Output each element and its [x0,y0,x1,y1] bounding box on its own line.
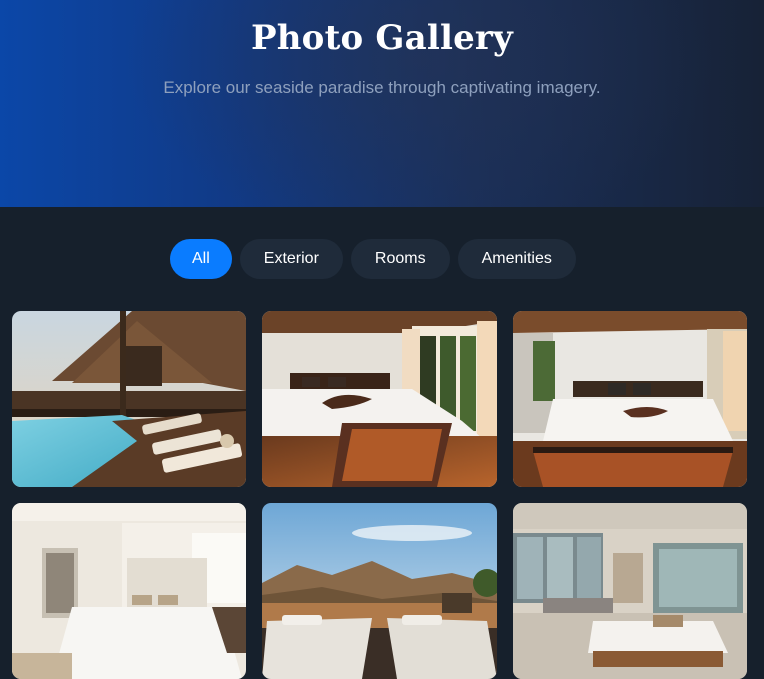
filter-all-button[interactable]: All [170,239,232,279]
photo-grid [12,311,747,679]
filter-exterior-button[interactable]: Exterior [239,239,343,279]
page-subtitle: Explore our seaside paradise through cap… [163,78,601,97]
gallery-photo-bedroom-platform[interactable] [513,311,747,487]
gallery-photo-bedroom-balcony[interactable] [262,311,497,487]
gallery-photo-white-bedroom[interactable] [12,503,246,679]
gallery-photo-mountain-terrace[interactable] [262,503,497,679]
filter-rooms-button[interactable]: Rooms [350,239,450,279]
filter-bar: All Exterior Rooms Amenities [170,239,576,279]
gallery-photo-modern-suite[interactable] [513,503,747,679]
page-title: Photo Gallery [251,18,513,58]
gallery-photo-resort-pool[interactable] [12,311,246,487]
gallery-section: All Exterior Rooms Amenities [0,207,764,679]
hero-banner: Photo Gallery Explore our seaside paradi… [0,0,764,207]
filter-amenities-button[interactable]: Amenities [457,239,576,279]
